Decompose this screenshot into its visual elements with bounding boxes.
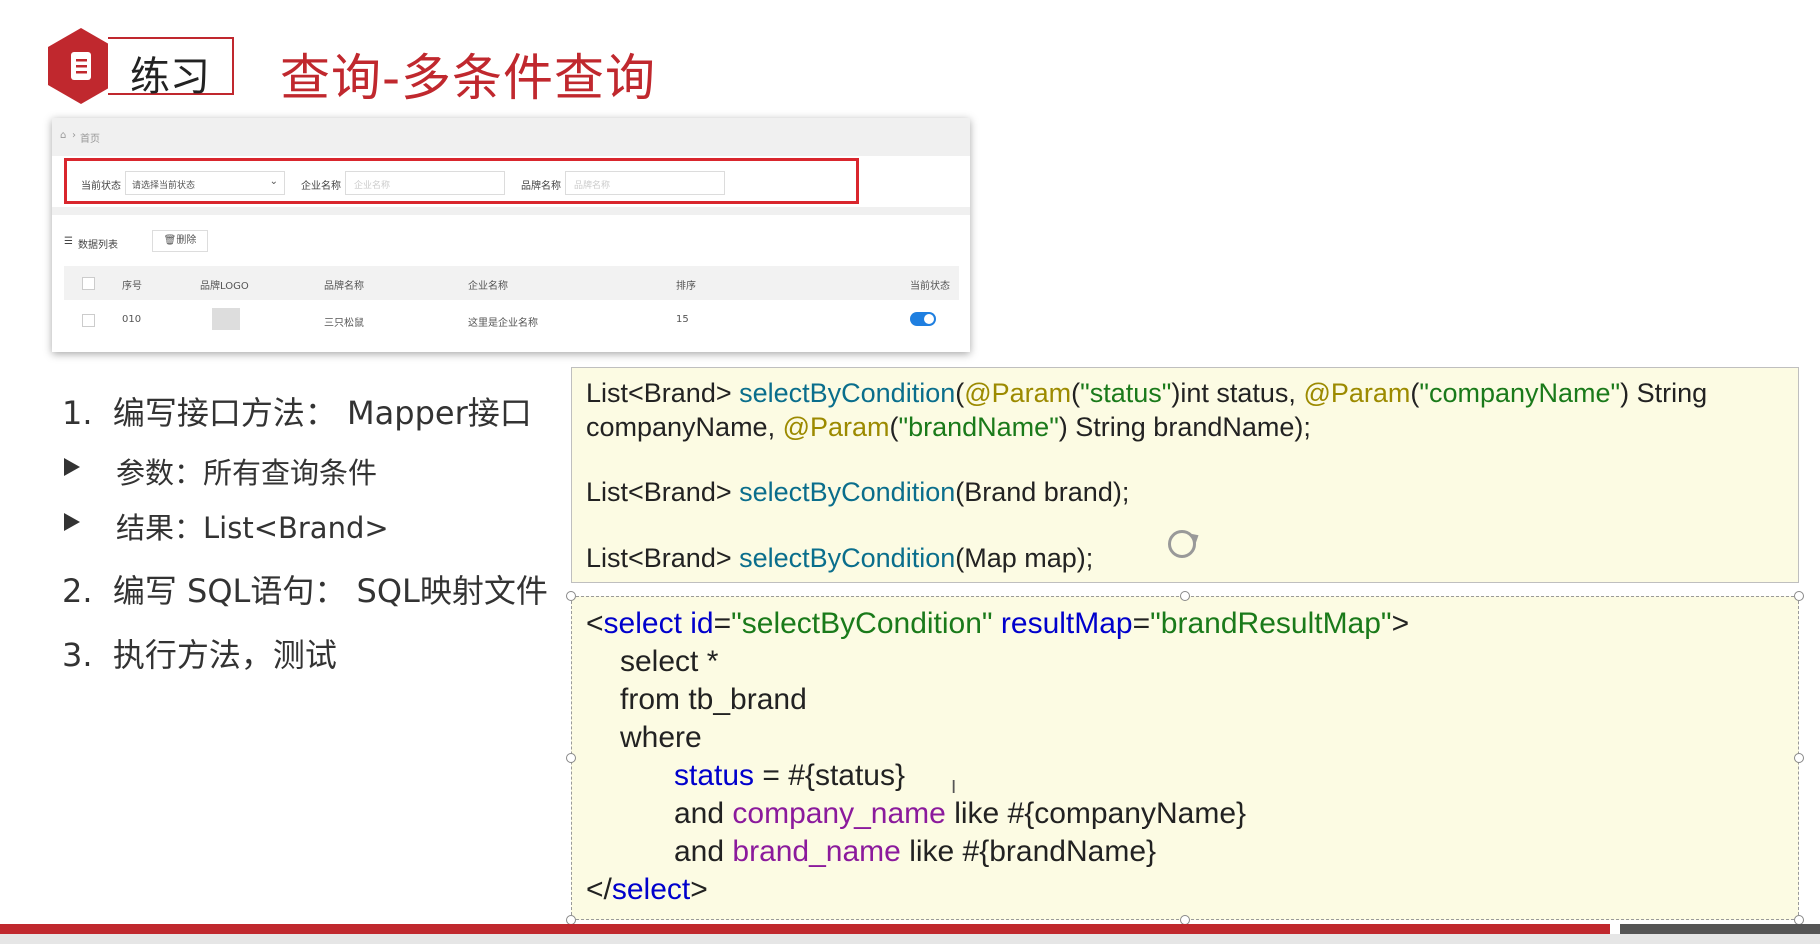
step-2: 2. 编写 SQL语句： SQL映射文件 [62, 572, 548, 610]
code-line: List<Brand> selectByCondition(Brand bran… [586, 477, 1130, 507]
code-line: List<Brand> selectByCondition(@Param("st… [586, 378, 1708, 408]
code-line: and company_name like #{companyName} [674, 797, 1247, 830]
code-line: and brand_name like #{brandName} [674, 835, 1157, 868]
code-line: </select> [586, 873, 708, 906]
code-line: List<Brand> selectByCondition(Map map); [586, 543, 1094, 573]
company-input[interactable]: 企业名称 [345, 171, 505, 195]
trash-icon: 🗑 [163, 235, 177, 246]
home-icon: ⌂ [60, 130, 67, 141]
code-line: select * [620, 645, 719, 678]
footer-gray-bar [0, 934, 1820, 944]
footer-accent-bar [0, 924, 1610, 934]
status-select[interactable]: 请选择当前状态 ⌄ [125, 171, 285, 195]
page-title: 查询-多条件查询 [280, 49, 657, 107]
arrow-bullet-icon [64, 513, 80, 531]
row-checkbox[interactable] [82, 314, 95, 327]
image-placeholder-icon [212, 308, 240, 330]
resize-handle[interactable] [566, 753, 576, 763]
list-title: 数据列表 [78, 240, 118, 251]
breadcrumb-home: 首页 [80, 134, 100, 145]
search-form: 当前状态 请选择当前状态 ⌄ 企业名称 企业名称 品牌名称 品牌名称 [64, 158, 859, 204]
arrow-bullet-icon [64, 458, 80, 476]
rotate-handle-icon[interactable] [1168, 530, 1196, 558]
code-line: <select id="selectByCondition" resultMap… [586, 607, 1410, 640]
chevron-down-icon: ⌄ [269, 176, 278, 187]
resize-handle[interactable] [566, 591, 576, 601]
footer-dark-bar [1620, 924, 1820, 934]
document-icon [71, 52, 91, 80]
resize-handle[interactable] [1794, 591, 1804, 601]
badge-label: 练习 [130, 54, 210, 100]
company-label: 企业名称 [301, 181, 341, 192]
exercise-badge: 练习 [108, 37, 234, 100]
sql-mapping-code[interactable]: <select id="selectByCondition" resultMap… [571, 596, 1799, 920]
delete-button[interactable]: 🗑删除 [152, 230, 208, 252]
status-label: 当前状态 [81, 181, 121, 192]
step-1: 1. 编写接口方法： Mapper接口 [62, 394, 532, 432]
table-header: 序号 品牌LOGO 品牌名称 企业名称 排序 当前状态 [64, 266, 959, 300]
resize-handle[interactable] [1180, 591, 1190, 601]
resize-handle[interactable] [1794, 753, 1804, 763]
list-icon: ☰ [64, 236, 73, 247]
select-all-checkbox[interactable] [82, 277, 95, 290]
code-line: from tb_brand [620, 683, 807, 716]
status-toggle[interactable] [910, 312, 936, 326]
text-cursor-icon: I [951, 777, 957, 798]
code-line: companyName, @Param("brandName") String … [586, 412, 1311, 442]
exercise-badge-icon [48, 28, 114, 104]
brand-input[interactable]: 品牌名称 [565, 171, 725, 195]
brand-label: 品牌名称 [521, 181, 561, 192]
breadcrumb: ⌂ › 首页 [52, 118, 970, 156]
sub-item-result: 结果：List<Brand> [116, 511, 389, 545]
step-3: 3. 执行方法，测试 [62, 636, 337, 674]
code-line: where [620, 721, 702, 754]
code-line: status = #{status} [674, 759, 905, 792]
sub-item-params: 参数：所有查询条件 [116, 456, 378, 490]
brand-list-screenshot: ⌂ › 首页 当前状态 请选择当前状态 ⌄ 企业名称 企业名称 品牌名称 品牌名… [52, 118, 970, 352]
